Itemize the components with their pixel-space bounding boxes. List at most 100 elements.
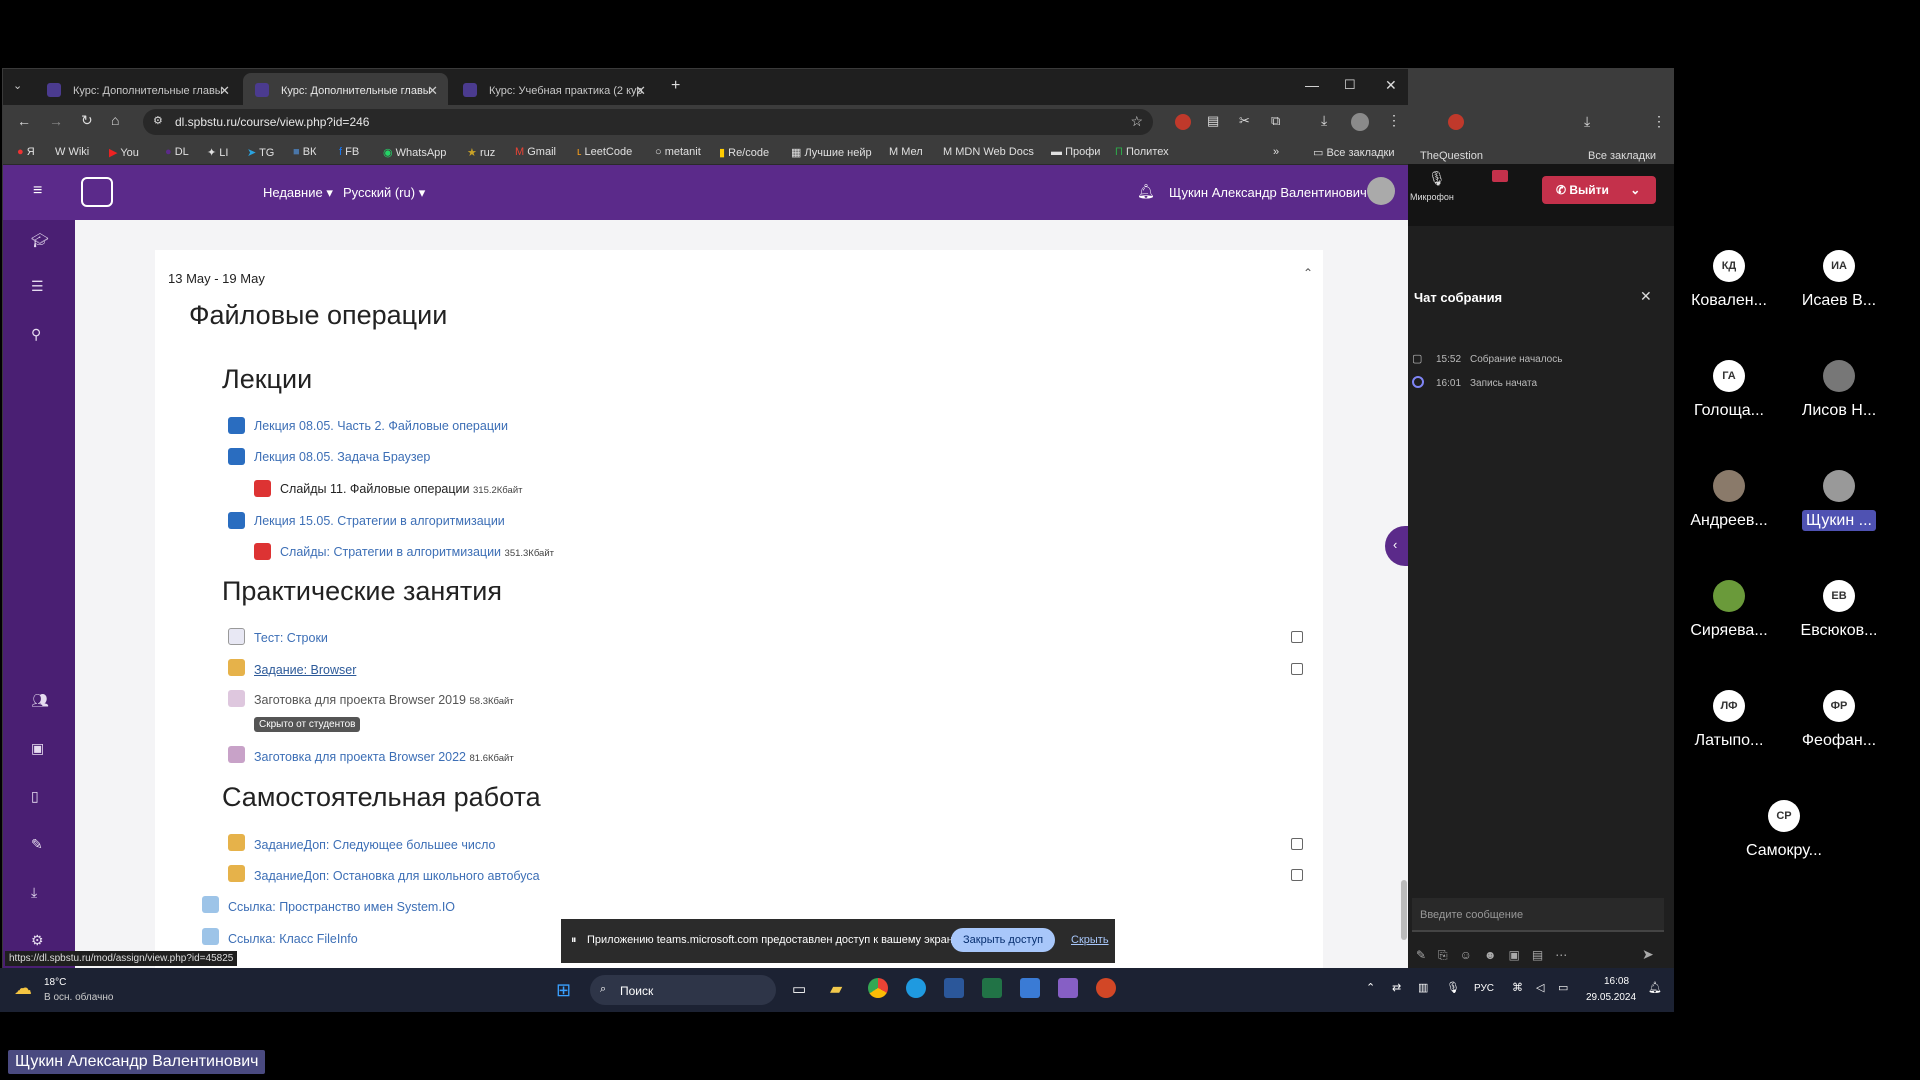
- clock-date[interactable]: 29.05.2024: [1586, 992, 1636, 1003]
- bookmark-item[interactable]: ✦ LI: [207, 146, 228, 159]
- powerpoint-icon[interactable]: [1096, 978, 1116, 998]
- completion-checkbox[interactable]: [1291, 869, 1303, 881]
- close-tab-icon[interactable]: ✕: [219, 83, 230, 99]
- file-icon[interactable]: ▯: [31, 788, 39, 805]
- completion-checkbox[interactable]: [1291, 838, 1303, 850]
- slides-link[interactable]: Слайды: Стратегии в алгоритмизации 351.3…: [280, 545, 554, 559]
- tray-icon[interactable]: ▥: [1418, 981, 1428, 994]
- participant-tile[interactable]: ЛФ Латыпо...: [1674, 690, 1784, 750]
- menu-dots-icon[interactable]: ⋮: [1652, 113, 1666, 130]
- back-icon[interactable]: ←: [17, 113, 31, 129]
- bookmark-item[interactable]: П Политех: [1115, 146, 1169, 158]
- bookmark-item[interactable]: W Wiki: [55, 146, 89, 158]
- collapse-chevron-icon[interactable]: ⌃: [1303, 266, 1313, 280]
- brush-icon[interactable]: ✎: [31, 836, 43, 853]
- lecture-link[interactable]: Лекция 08.05. Задача Браузер: [254, 450, 430, 464]
- completion-checkbox[interactable]: [1291, 631, 1303, 643]
- forward-icon[interactable]: →: [49, 113, 63, 129]
- bookmark-item[interactable]: ● DL: [165, 146, 189, 158]
- user-name[interactable]: Щукин Александр Валентинович: [1169, 185, 1367, 200]
- lecture-link[interactable]: Лекция 15.05. Стратегии в алгоритмизации: [254, 514, 505, 528]
- adblock-icon[interactable]: [1448, 114, 1464, 130]
- download-icon[interactable]: ⤓: [31, 884, 37, 901]
- participant-tile-speaking[interactable]: Щукин ...: [1784, 470, 1894, 531]
- drawer-toggle-icon[interactable]: ‹: [1385, 526, 1409, 566]
- user-avatar[interactable]: [1367, 177, 1395, 205]
- url-link[interactable]: Ссылка: Класс FileInfo: [228, 932, 358, 946]
- bookmark-item[interactable]: ★ ruz: [467, 146, 495, 159]
- bookmark-item[interactable]: M Мел: [889, 146, 923, 158]
- visual-studio-icon[interactable]: [1058, 978, 1078, 998]
- excel-icon[interactable]: [982, 978, 1002, 998]
- chrome-icon[interactable]: [868, 978, 888, 998]
- all-bookmarks[interactable]: ▭ Все закладки: [1313, 146, 1395, 159]
- participant-tile[interactable]: ФР Феофан...: [1784, 690, 1894, 750]
- bookmark-item[interactable]: ○ metanit: [655, 146, 701, 158]
- participant-tile[interactable]: Сиряева...: [1674, 580, 1784, 640]
- archive-icon[interactable]: ▣: [31, 740, 44, 757]
- settings-icon[interactable]: ⚙: [31, 932, 44, 949]
- scrollbar[interactable]: [1401, 880, 1407, 940]
- bookmark-item[interactable]: M Gmail: [515, 146, 556, 158]
- graduation-cap-icon[interactable]: 🎓︎: [31, 232, 49, 249]
- tab-course-1[interactable]: Курс: Дополнительные главы ✕: [35, 73, 240, 105]
- weather-icon[interactable]: ☁: [14, 978, 32, 999]
- url-link[interactable]: Ссылка: Пространство имен System.IO: [228, 900, 455, 914]
- language-menu[interactable]: Русский (ru) ▾: [343, 185, 425, 201]
- participant-tile[interactable]: Лисов Н...: [1784, 360, 1894, 420]
- tab-list-icon[interactable]: ⌄: [13, 79, 22, 92]
- bookmark-item[interactable]: ▶ You: [109, 146, 139, 159]
- site-info-icon[interactable]: ⚙: [153, 114, 163, 127]
- notifications-icon[interactable]: 🔔︎: [1648, 981, 1662, 994]
- start-icon[interactable]: ⊞: [556, 980, 571, 1001]
- close-tab-icon[interactable]: ✕: [427, 83, 438, 99]
- bookmark-item[interactable]: ■ ВК: [293, 146, 316, 158]
- bookmark-item[interactable]: ▦ Лучшие нейр: [791, 146, 872, 159]
- project-link[interactable]: Заготовка для проекта Browser 2022 81.6К…: [254, 750, 514, 764]
- users-icon[interactable]: 👥︎: [31, 692, 49, 709]
- tab-course-2[interactable]: Курс: Дополнительные главы ✕: [243, 73, 448, 105]
- close-tab-icon[interactable]: ✕: [635, 83, 646, 99]
- language-indicator[interactable]: РУС: [1474, 983, 1494, 994]
- project-file[interactable]: Заготовка для проекта Browser 2019 58.3К…: [254, 693, 514, 707]
- home-icon[interactable]: ⌂: [111, 112, 119, 128]
- extension-icon[interactable]: ▤: [1207, 113, 1219, 129]
- tab-course-3[interactable]: Курс: Учебная практика (2 кур ✕: [451, 73, 656, 105]
- bookmark-item[interactable]: ● Я: [17, 146, 35, 158]
- minimize-icon[interactable]: —: [1305, 77, 1319, 93]
- new-tab-icon[interactable]: +: [671, 77, 680, 95]
- hamburger-icon[interactable]: ≡: [33, 182, 42, 200]
- moodle-logo[interactable]: [81, 177, 113, 207]
- task-view-icon[interactable]: ▭: [792, 980, 806, 998]
- menu-dots-icon[interactable]: ⋮: [1387, 112, 1401, 129]
- bookmark-item[interactable]: f FB: [339, 146, 359, 158]
- volume-icon[interactable]: ◁: [1536, 981, 1544, 994]
- adblock-icon[interactable]: [1175, 114, 1191, 130]
- stop-video-icon[interactable]: [1492, 170, 1508, 182]
- edge-icon[interactable]: [906, 978, 926, 998]
- hide-button[interactable]: Скрыть: [1071, 934, 1109, 946]
- assignment-link[interactable]: ЗаданиеДоп: Следующее большее число: [254, 838, 495, 852]
- close-window-icon[interactable]: ✕: [1385, 77, 1397, 94]
- bell-icon[interactable]: 🔔︎: [1137, 183, 1155, 200]
- tray-overflow-icon[interactable]: ⌃: [1366, 981, 1375, 994]
- assignment-link[interactable]: ЗаданиеДоп: Остановка для школьного авто…: [254, 869, 540, 883]
- battery-icon[interactable]: ▭: [1558, 981, 1568, 994]
- mic-tray-icon[interactable]: 🎙︎: [1446, 981, 1460, 994]
- participant-tile[interactable]: ИА Исаев В...: [1784, 250, 1894, 310]
- completion-checkbox[interactable]: [1291, 663, 1303, 675]
- bookmark-item[interactable]: TheQuestion: [1420, 150, 1483, 162]
- recent-menu[interactable]: Недавние ▾: [263, 185, 333, 201]
- word-icon[interactable]: [944, 978, 964, 998]
- participant-tile[interactable]: КД Ковален...: [1674, 250, 1784, 310]
- bookmark-item[interactable]: ◉ WhatsApp: [383, 146, 446, 159]
- quiz-link[interactable]: Тест: Строки: [254, 631, 328, 645]
- url-field[interactable]: ⚙ dl.spbstu.ru/course/view.php?id=246 ☆: [143, 109, 1153, 135]
- clock-time[interactable]: 16:08: [1604, 976, 1629, 987]
- send-icon[interactable]: ➤: [1642, 946, 1654, 963]
- tray-icon[interactable]: ⇄: [1392, 981, 1401, 994]
- participant-tile[interactable]: ЕВ Евсюков...: [1784, 580, 1894, 640]
- extension-icon[interactable]: ✂: [1239, 113, 1250, 129]
- all-bookmarks[interactable]: Все закладки: [1588, 150, 1656, 162]
- reload-icon[interactable]: ↻: [81, 112, 93, 129]
